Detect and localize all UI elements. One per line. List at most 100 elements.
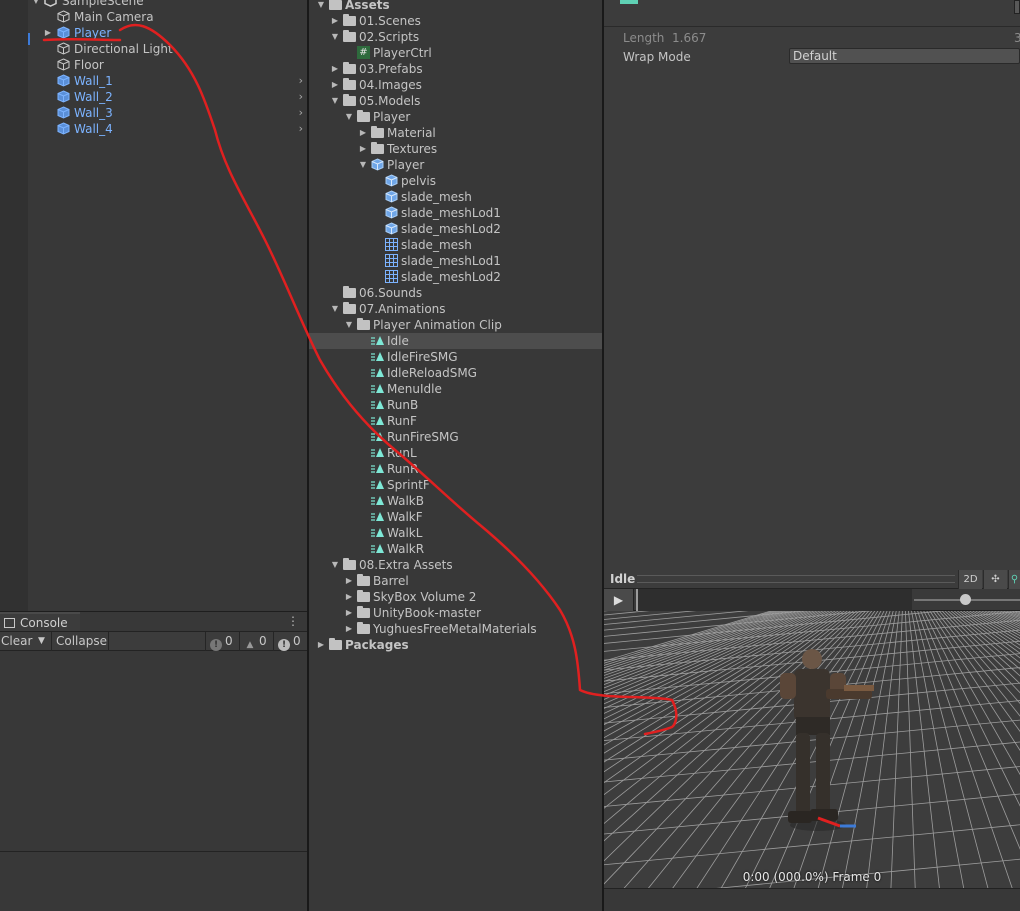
project-item[interactable]: 06.Sounds (309, 285, 602, 301)
chevron-right-icon[interactable]: › (299, 73, 303, 89)
project-item[interactable]: ▶ Packages (309, 637, 602, 653)
project-item[interactable]: ▼ Player (309, 157, 602, 173)
collapse-arrow-icon[interactable]: ▼ (329, 301, 341, 317)
hierarchy-item[interactable]: Wall_2 › (0, 89, 307, 105)
hierarchy-item[interactable]: Wall_4 › (0, 121, 307, 137)
project-item[interactable]: WalkF (309, 509, 602, 525)
preview-drag-handle[interactable] (637, 575, 955, 583)
folder-icon (357, 606, 370, 618)
avatar-icon[interactable]: ⚲ (1008, 570, 1020, 589)
project-item[interactable]: RunF (309, 413, 602, 429)
expand-arrow-icon[interactable]: ▶ (343, 589, 355, 605)
mesh-grid-icon (385, 270, 398, 283)
info-count-toggle[interactable]: ! 0 (210, 633, 233, 651)
project-item[interactable]: # PlayerCtrl (309, 45, 602, 61)
expand-arrow-icon[interactable]: ▶ (329, 77, 341, 93)
chevron-right-icon[interactable]: › (299, 121, 303, 137)
project-item[interactable]: ▼ Assets (309, 0, 602, 13)
project-item[interactable]: slade_meshLod1 (309, 253, 602, 269)
preview-panel: Idle 2D ✣ ⚲ ▶ 0:00 (000.0%) Frame 0 (604, 570, 1020, 911)
project-item[interactable]: ▶ Textures (309, 141, 602, 157)
project-item[interactable]: RunR (309, 461, 602, 477)
project-item[interactable]: MenuIdle (309, 381, 602, 397)
timeline-cursor[interactable] (636, 589, 638, 611)
project-item[interactable]: ▶ Barrel (309, 573, 602, 589)
project-item[interactable]: Idle (309, 333, 602, 349)
hierarchy-item[interactable]: Wall_1 › (0, 73, 307, 89)
expand-arrow-icon[interactable]: ▶ (343, 573, 355, 589)
project-item[interactable]: RunL (309, 445, 602, 461)
console-details-divider[interactable] (0, 851, 307, 852)
project-item[interactable]: ▶ Material (309, 125, 602, 141)
project-item[interactable]: RunB (309, 397, 602, 413)
project-item[interactable]: slade_mesh (309, 237, 602, 253)
expand-arrow-icon[interactable]: ▶ (343, 621, 355, 637)
project-item[interactable]: ▼ 05.Models (309, 93, 602, 109)
expand-arrow-icon[interactable]: ▶ (357, 125, 369, 141)
warning-count: 0 (259, 634, 267, 648)
hierarchy-item[interactable]: Directional Light (0, 41, 307, 57)
project-item[interactable]: ▶ SkyBox Volume 2 (309, 589, 602, 605)
project-item[interactable]: IdleReloadSMG (309, 365, 602, 381)
hierarchy-scene-row[interactable]: ▼ SampleScene (0, 0, 307, 9)
project-item[interactable]: SprintF (309, 477, 602, 493)
hierarchy-item[interactable]: Floor (0, 57, 307, 73)
2d-toggle-button[interactable]: 2D (958, 570, 982, 589)
collapse-arrow-icon[interactable]: ▼ (343, 317, 355, 333)
collapse-arrow-icon[interactable]: ▼ (329, 29, 341, 45)
project-item[interactable]: WalkL (309, 525, 602, 541)
expand-arrow-icon[interactable]: ▶ (329, 13, 341, 29)
hierarchy-item[interactable]: Wall_3 › (0, 105, 307, 121)
settings-button[interactable] (1014, 0, 1020, 14)
project-item[interactable]: ▼ Player (309, 109, 602, 125)
collapse-arrow-icon[interactable]: ▼ (315, 0, 327, 13)
clear-button[interactable]: Clear (1, 633, 32, 650)
project-item[interactable]: slade_meshLod2 (309, 221, 602, 237)
expand-arrow-icon[interactable]: ▼ (30, 0, 42, 9)
collapse-arrow-icon[interactable]: ▼ (357, 157, 369, 173)
project-item[interactable]: RunFireSMG (309, 429, 602, 445)
expand-arrow-icon[interactable]: ▶ (357, 141, 369, 157)
pivot-toggle-icon[interactable]: ✣ (983, 570, 1007, 589)
expand-arrow-icon[interactable]: ▶ (343, 605, 355, 621)
collapse-arrow-icon[interactable]: ▼ (329, 557, 341, 573)
project-item[interactable]: ▶ YughuesFreeMetalMaterials (309, 621, 602, 637)
collapse-button[interactable]: Collapse (56, 633, 107, 650)
kebab-menu-icon[interactable]: ⋮ (287, 614, 299, 628)
model-cube-icon (385, 190, 398, 203)
project-item[interactable]: slade_meshLod1 (309, 205, 602, 221)
project-item[interactable]: ▶ UnityBook-master (309, 605, 602, 621)
expand-arrow-icon[interactable]: ▶ (42, 25, 54, 41)
project-item[interactable]: slade_mesh (309, 189, 602, 205)
preview-viewport[interactable]: 0:00 (000.0%) Frame 0 (604, 611, 1020, 888)
collapse-arrow-icon[interactable]: ▼ (343, 109, 355, 125)
error-count-toggle[interactable]: ! 0 (278, 633, 301, 651)
play-button[interactable]: ▶ (604, 589, 634, 611)
project-item[interactable]: IdleFireSMG (309, 349, 602, 365)
project-item[interactable]: slade_meshLod2 (309, 269, 602, 285)
clear-dropdown-icon[interactable]: ▼ (38, 633, 45, 650)
wrap-mode-dropdown[interactable]: Default (789, 48, 1020, 64)
hierarchy-item[interactable]: ▶ Player (0, 25, 307, 41)
project-item[interactable]: ▼ 07.Animations (309, 301, 602, 317)
console-tab[interactable]: Console (0, 612, 80, 631)
speed-slider-knob[interactable] (959, 594, 971, 605)
project-item-label: YughuesFreeMetalMaterials (373, 622, 537, 636)
project-item[interactable]: ▶ 01.Scenes (309, 13, 602, 29)
preview-timeline[interactable] (636, 589, 912, 611)
expand-arrow-icon[interactable]: ▶ (329, 61, 341, 77)
warning-count-toggle[interactable]: ▲ 0 (244, 633, 267, 650)
expand-arrow-icon[interactable]: ▶ (315, 637, 327, 653)
hierarchy-item[interactable]: Main Camera (0, 9, 307, 25)
chevron-right-icon[interactable]: › (299, 105, 303, 121)
chevron-right-icon[interactable]: › (299, 89, 303, 105)
project-item[interactable]: pelvis (309, 173, 602, 189)
project-item[interactable]: WalkR (309, 541, 602, 557)
collapse-arrow-icon[interactable]: ▼ (329, 93, 341, 109)
project-item[interactable]: ▶ 04.Images (309, 77, 602, 93)
project-item[interactable]: ▼ 08.Extra Assets (309, 557, 602, 573)
project-item[interactable]: ▶ 03.Prefabs (309, 61, 602, 77)
project-item[interactable]: ▼ Player Animation Clip (309, 317, 602, 333)
project-item[interactable]: WalkB (309, 493, 602, 509)
project-item[interactable]: ▼ 02.Scripts (309, 29, 602, 45)
